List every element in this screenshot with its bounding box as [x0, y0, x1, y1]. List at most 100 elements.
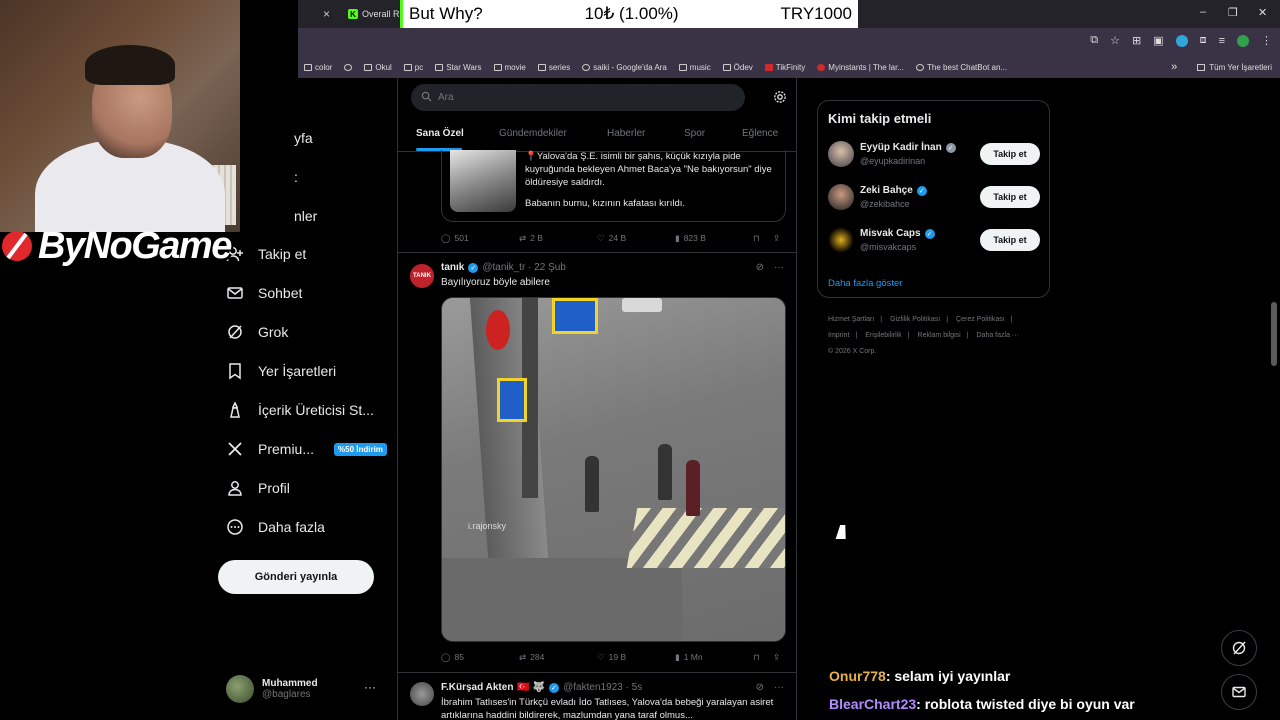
grok-fab[interactable] [1221, 630, 1257, 666]
messages-fab[interactable] [1221, 674, 1257, 710]
follow-suggestion[interactable]: Misvak Caps ✓ @misvakcaps Takip et [828, 225, 1040, 257]
bookmark-item[interactable]: saiki - Google'da Ara [576, 63, 673, 72]
search-input[interactable]: Ara [411, 84, 745, 111]
bookmark-item[interactable]: pc [398, 63, 429, 72]
bookmark-item[interactable]: TikFinity [759, 63, 811, 72]
window-close-icon[interactable]: ✕ [1258, 6, 1267, 19]
show-more-link[interactable]: Daha fazla göster [828, 278, 902, 289]
scrollbar[interactable] [1271, 302, 1277, 366]
tweet-author-name[interactable]: F.Kürşad Akten [441, 682, 513, 693]
share-button[interactable]: ⇪ [773, 233, 780, 244]
tweet-author-handle[interactable]: @tanik_tr · 22 Şub [482, 262, 566, 273]
bookmarks-bar: color Okul pc Star Wars movie series sai… [298, 56, 1280, 78]
follow-suggestion[interactable]: Zeki Bahçe ✓ @zekibahce Takip et [828, 182, 1040, 214]
media-icon[interactable]: ≡ [1219, 35, 1225, 47]
bookmarks-overflow-icon[interactable]: » [1171, 61, 1177, 73]
nav-item-follow[interactable]: Takip et [226, 245, 306, 263]
puzzle-icon[interactable]: ⧈ [1200, 34, 1207, 47]
views-button[interactable]: ▮ 823 B [675, 233, 706, 244]
nav-item-partial[interactable]: yfa [294, 130, 313, 146]
follow-button[interactable]: Takip et [980, 229, 1040, 251]
nav-item-partial[interactable]: : [294, 169, 298, 185]
like-button[interactable]: ♡ 24 B [597, 233, 626, 244]
grok-icon [1232, 641, 1246, 655]
nav-item-creator-studio[interactable]: İçerik Üreticisi St... [226, 401, 374, 419]
install-app-icon[interactable]: ⧉ [1090, 34, 1098, 47]
nav-item-partial[interactable]: nler [294, 208, 317, 224]
profile-avatar-icon[interactable] [1237, 34, 1249, 47]
more-icon[interactable]: ··· [774, 262, 784, 273]
menu-icon[interactable]: ⋮ [1261, 34, 1272, 47]
footer-link[interactable]: Hizmet Şartları [828, 316, 874, 323]
footer-links: Hizmet Şartları | Gizlilik Politikası | Çe… [828, 312, 1048, 360]
footer-link[interactable]: Daha fazla ··· [977, 332, 1019, 339]
like-button[interactable]: ♡ 19 B [597, 652, 626, 663]
maximize-icon[interactable]: ❐ [1228, 6, 1238, 19]
footer-link[interactable]: Çerez Politikası [956, 316, 1005, 323]
extension-blue-icon[interactable] [1175, 34, 1188, 47]
footer-link[interactable]: Erişilebilirlik [865, 332, 902, 339]
repost-button[interactable]: ⇄ 2 B [519, 233, 543, 244]
follow-button[interactable]: Takip et [980, 186, 1040, 208]
video-crosswalk [626, 508, 785, 568]
close-tab-icon[interactable]: × [323, 7, 330, 21]
footer-link[interactable]: Imprint [828, 332, 849, 339]
star-icon[interactable]: ☆ [1110, 34, 1120, 47]
bookmark-item[interactable]: color [298, 63, 338, 72]
translate-icon[interactable]: ⊞ [1132, 34, 1141, 47]
reply-button[interactable]: ◯ 501 [441, 233, 469, 244]
footer-link[interactable]: Reklam bilgisi [918, 332, 961, 339]
chat-username: BlearChart23 [829, 696, 917, 712]
bookmark-item[interactable]: movie [488, 63, 532, 72]
bookmark-item[interactable]: music [673, 63, 717, 72]
grok-icon[interactable]: ⊘ [756, 682, 764, 693]
nav-item-more[interactable]: Daha fazla [226, 518, 325, 536]
tweet-author-handle[interactable]: @fakten1923 · 5s [563, 682, 642, 693]
grok-icon[interactable]: ⊘ [756, 262, 764, 273]
post-button[interactable]: Gönderi yayınla [218, 560, 374, 594]
tab-news[interactable]: Haberler [607, 128, 645, 139]
more-icon[interactable]: ··· [364, 680, 376, 694]
bookmark-item[interactable]: Okul [358, 63, 397, 72]
bookmark-button[interactable]: ⊓ [753, 233, 760, 244]
repost-button[interactable]: ⇄ 284 [519, 652, 544, 663]
quoted-tweet-card[interactable]: 📍Yalova'da Ş.E. isimli bir şahıs, küçük … [441, 150, 786, 222]
browser-tab[interactable]: K Overall R [348, 3, 408, 25]
suggestion-handle: @misvakcaps [860, 242, 917, 252]
banner-right: TRY1000 [780, 4, 852, 23]
reply-button[interactable]: ◯ 85 [441, 652, 464, 663]
nav-item-premium[interactable]: Premiu... %50 İndirim [226, 440, 387, 458]
all-bookmarks[interactable]: Tüm Yer İşaretleri [1209, 63, 1272, 72]
share-button[interactable]: ⇪ [773, 652, 780, 663]
nav-item-bookmarks[interactable]: Yer İşaretleri [226, 362, 336, 380]
views-button[interactable]: ▮ 1 Mn [675, 652, 703, 663]
follow-suggestion[interactable]: Eyyüp Kadir İnan ✓ @eyupkadirinan Takip e… [828, 139, 1040, 171]
address-bar[interactable]: ⧉ ☆ ⊞ ▣ ⧈ ≡ ⋮ [298, 28, 1280, 56]
nav-item-profile[interactable]: Profil [226, 479, 290, 497]
footer-link[interactable]: Gizlilik Politikası [890, 316, 940, 323]
bookmark-item[interactable]: series [532, 63, 576, 72]
avatar[interactable]: TANIK [410, 264, 434, 288]
nav-item-grok[interactable]: Grok [226, 323, 288, 341]
tweet-author-name[interactable]: tanık [441, 262, 464, 273]
tab-trending[interactable]: Gündemdekiler [499, 128, 567, 139]
bookmark-item[interactable] [338, 63, 358, 71]
tweet-video[interactable]: i.rajonsky [441, 297, 786, 642]
more-icon[interactable]: ··· [774, 682, 784, 693]
bookmark-item[interactable]: Myinstants | The lar... [811, 63, 910, 72]
footer-separator: | [966, 332, 969, 339]
bookmark-item[interactable]: The best ChatBot an... [910, 63, 1013, 72]
extension-icon[interactable]: ▣ [1153, 34, 1163, 47]
avatar[interactable] [410, 682, 434, 706]
follow-button[interactable]: Takip et [980, 143, 1040, 165]
minimize-icon[interactable]: – [1200, 6, 1206, 18]
tab-entertainment[interactable]: Eğlence [742, 128, 778, 139]
nav-item-chat[interactable]: Sohbet [226, 284, 302, 302]
account-switcher[interactable]: Muhammed @baglares ··· [226, 672, 386, 706]
bookmark-button[interactable]: ⊓ [753, 652, 760, 663]
bookmark-item[interactable]: Ödev [717, 63, 759, 72]
tab-for-you[interactable]: Sana Özel [416, 128, 464, 139]
bookmark-item[interactable]: Star Wars [429, 63, 487, 72]
settings-icon[interactable] [773, 90, 787, 107]
tab-sports[interactable]: Spor [684, 128, 705, 139]
